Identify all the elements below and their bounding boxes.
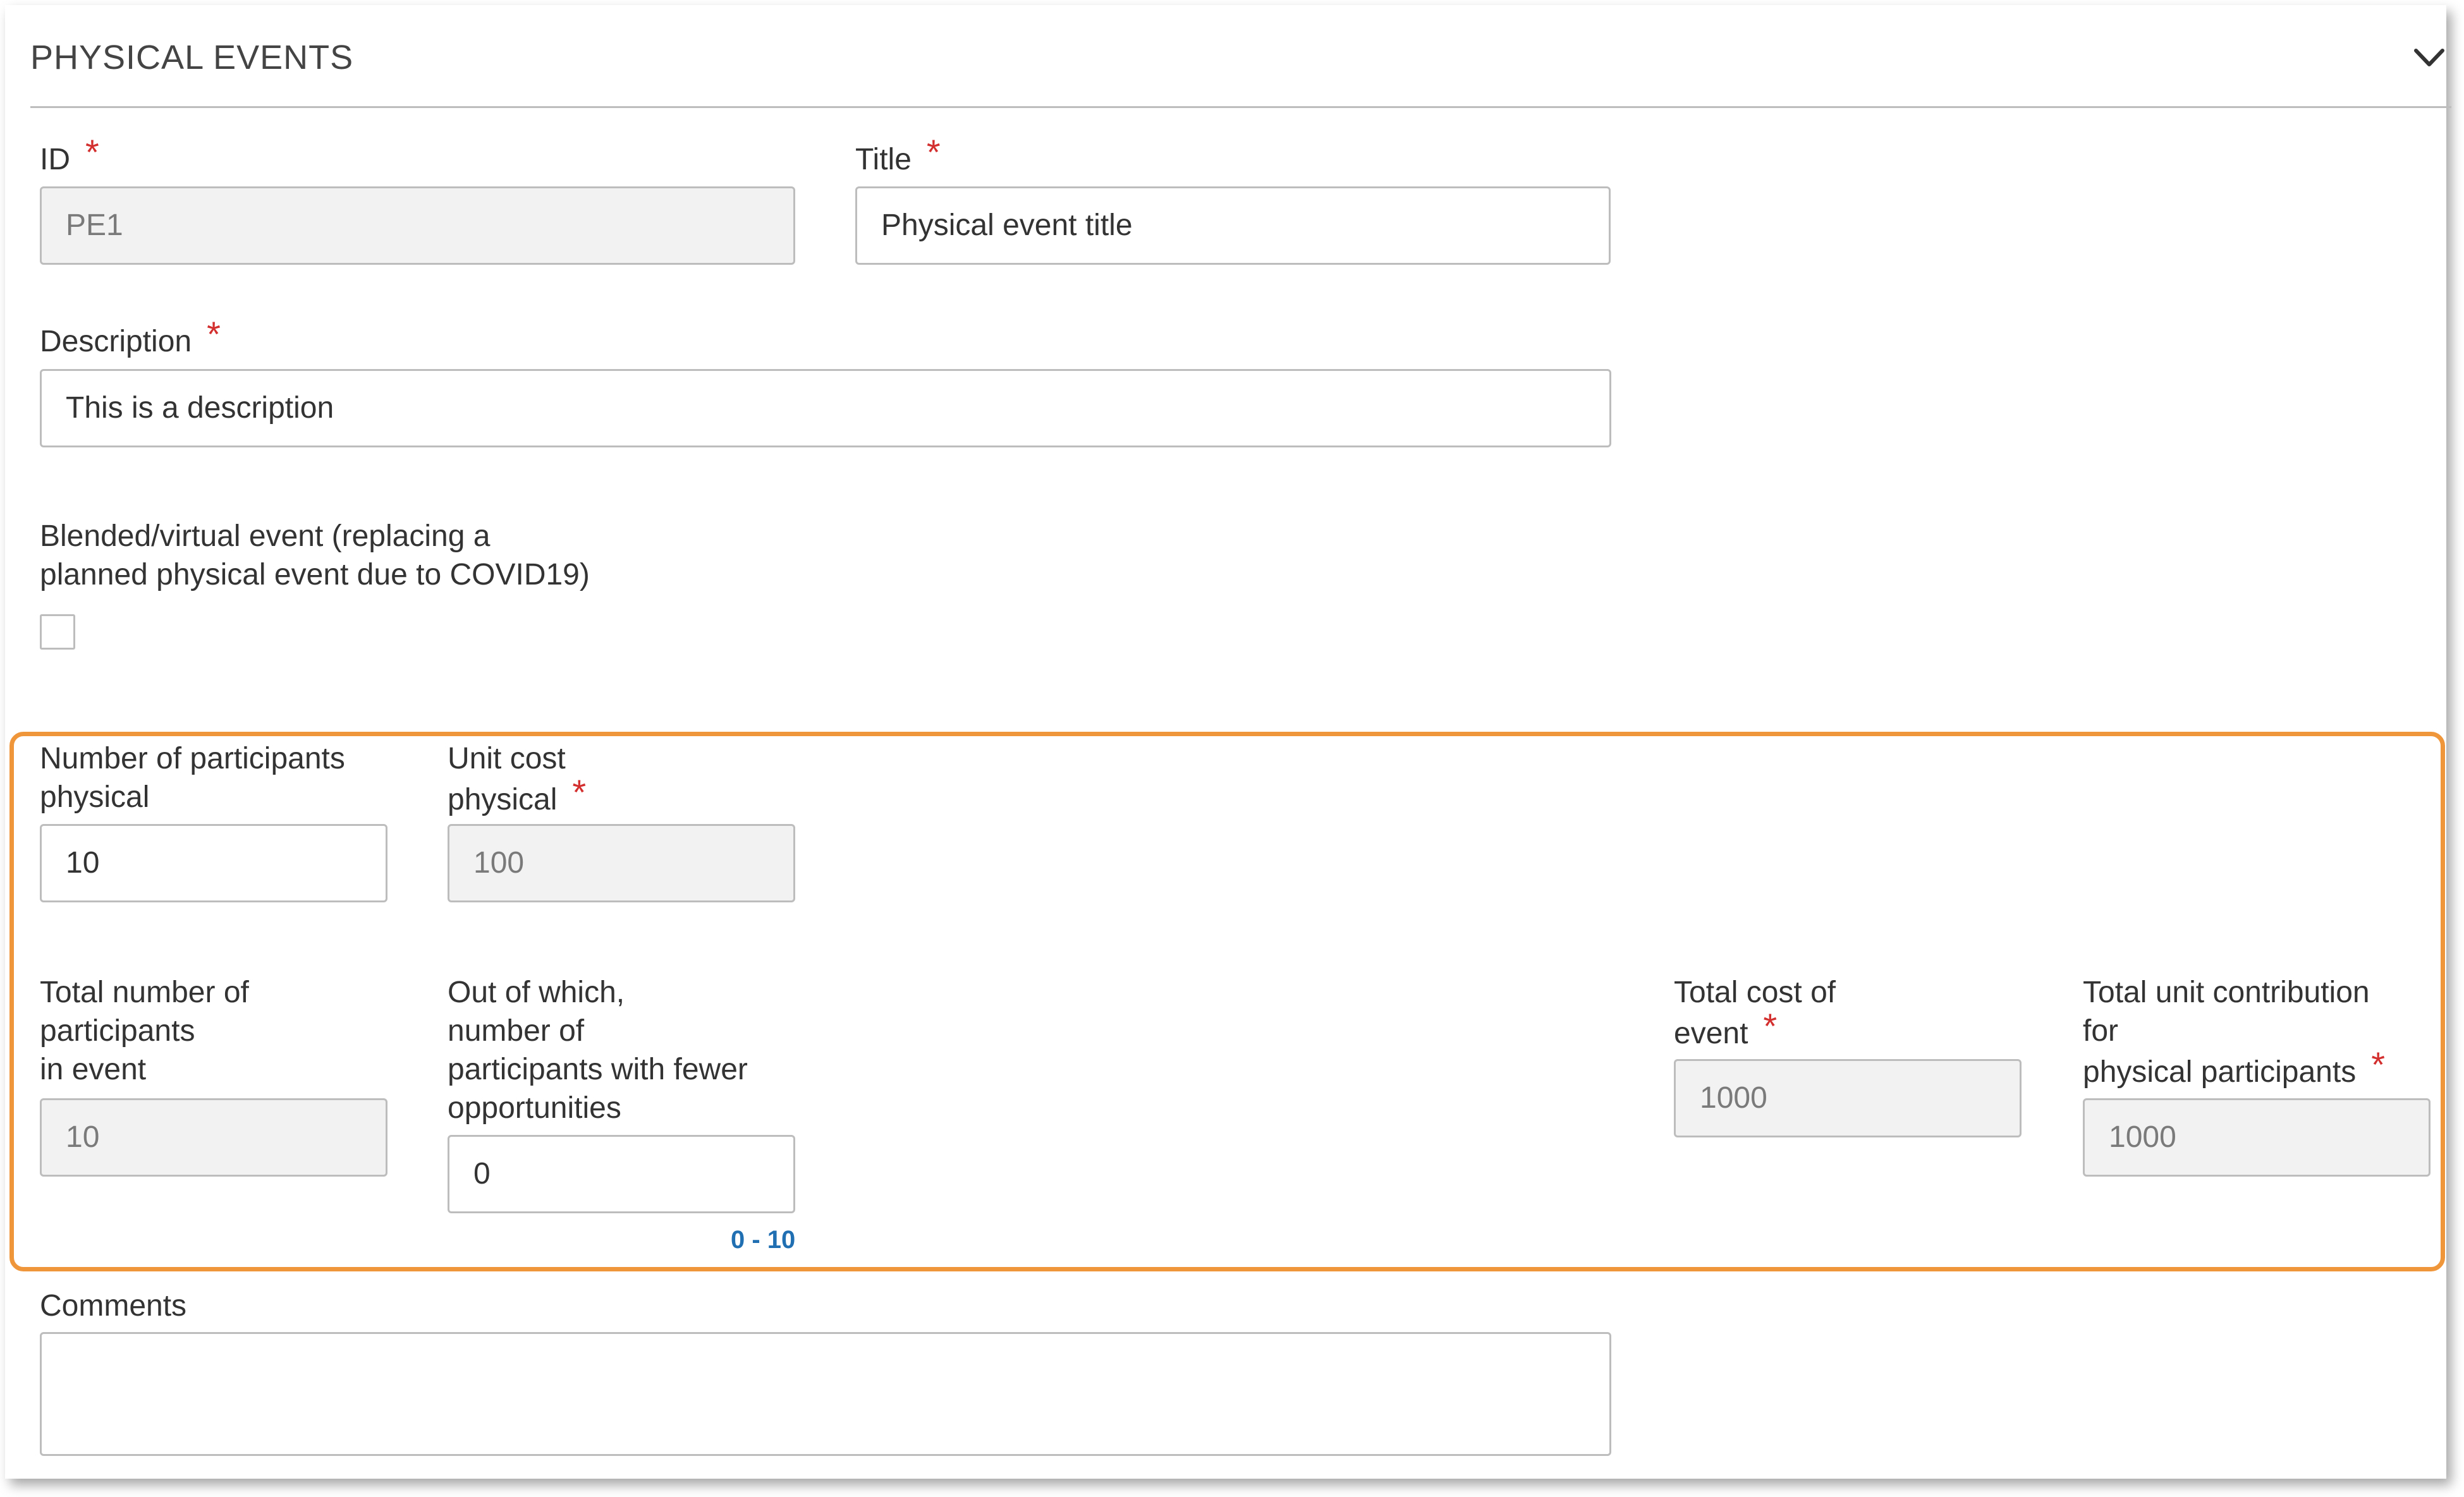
description-label: Description * xyxy=(40,314,221,358)
description-field[interactable]: This is a description xyxy=(40,369,1611,447)
page: PHYSICAL EVENTS ID * PE1 Title * Physical … xyxy=(0,0,2464,1497)
section-header[interactable]: PHYSICAL EVENTS xyxy=(30,11,2451,108)
id-field: PE1 xyxy=(40,186,795,265)
highlight-box xyxy=(9,732,2445,1271)
section-title: PHYSICAL EVENTS xyxy=(30,39,354,76)
id-label: ID * xyxy=(40,132,99,176)
required-indicator: * xyxy=(926,132,941,172)
title-label: Title * xyxy=(855,132,941,176)
comments-field[interactable] xyxy=(40,1332,1611,1456)
required-indicator: * xyxy=(207,314,221,354)
blended-event-checkbox[interactable] xyxy=(40,614,75,650)
title-field[interactable]: Physical event title xyxy=(855,186,1611,265)
required-indicator: * xyxy=(85,132,99,172)
physical-events-panel: PHYSICAL EVENTS ID * PE1 Title * Physical … xyxy=(5,5,2451,1479)
comments-label: Comments xyxy=(40,1289,187,1323)
blended-event-label: Blended/virtual event (replacing a plann… xyxy=(40,519,590,591)
chevron-down-icon[interactable] xyxy=(2407,35,2451,80)
